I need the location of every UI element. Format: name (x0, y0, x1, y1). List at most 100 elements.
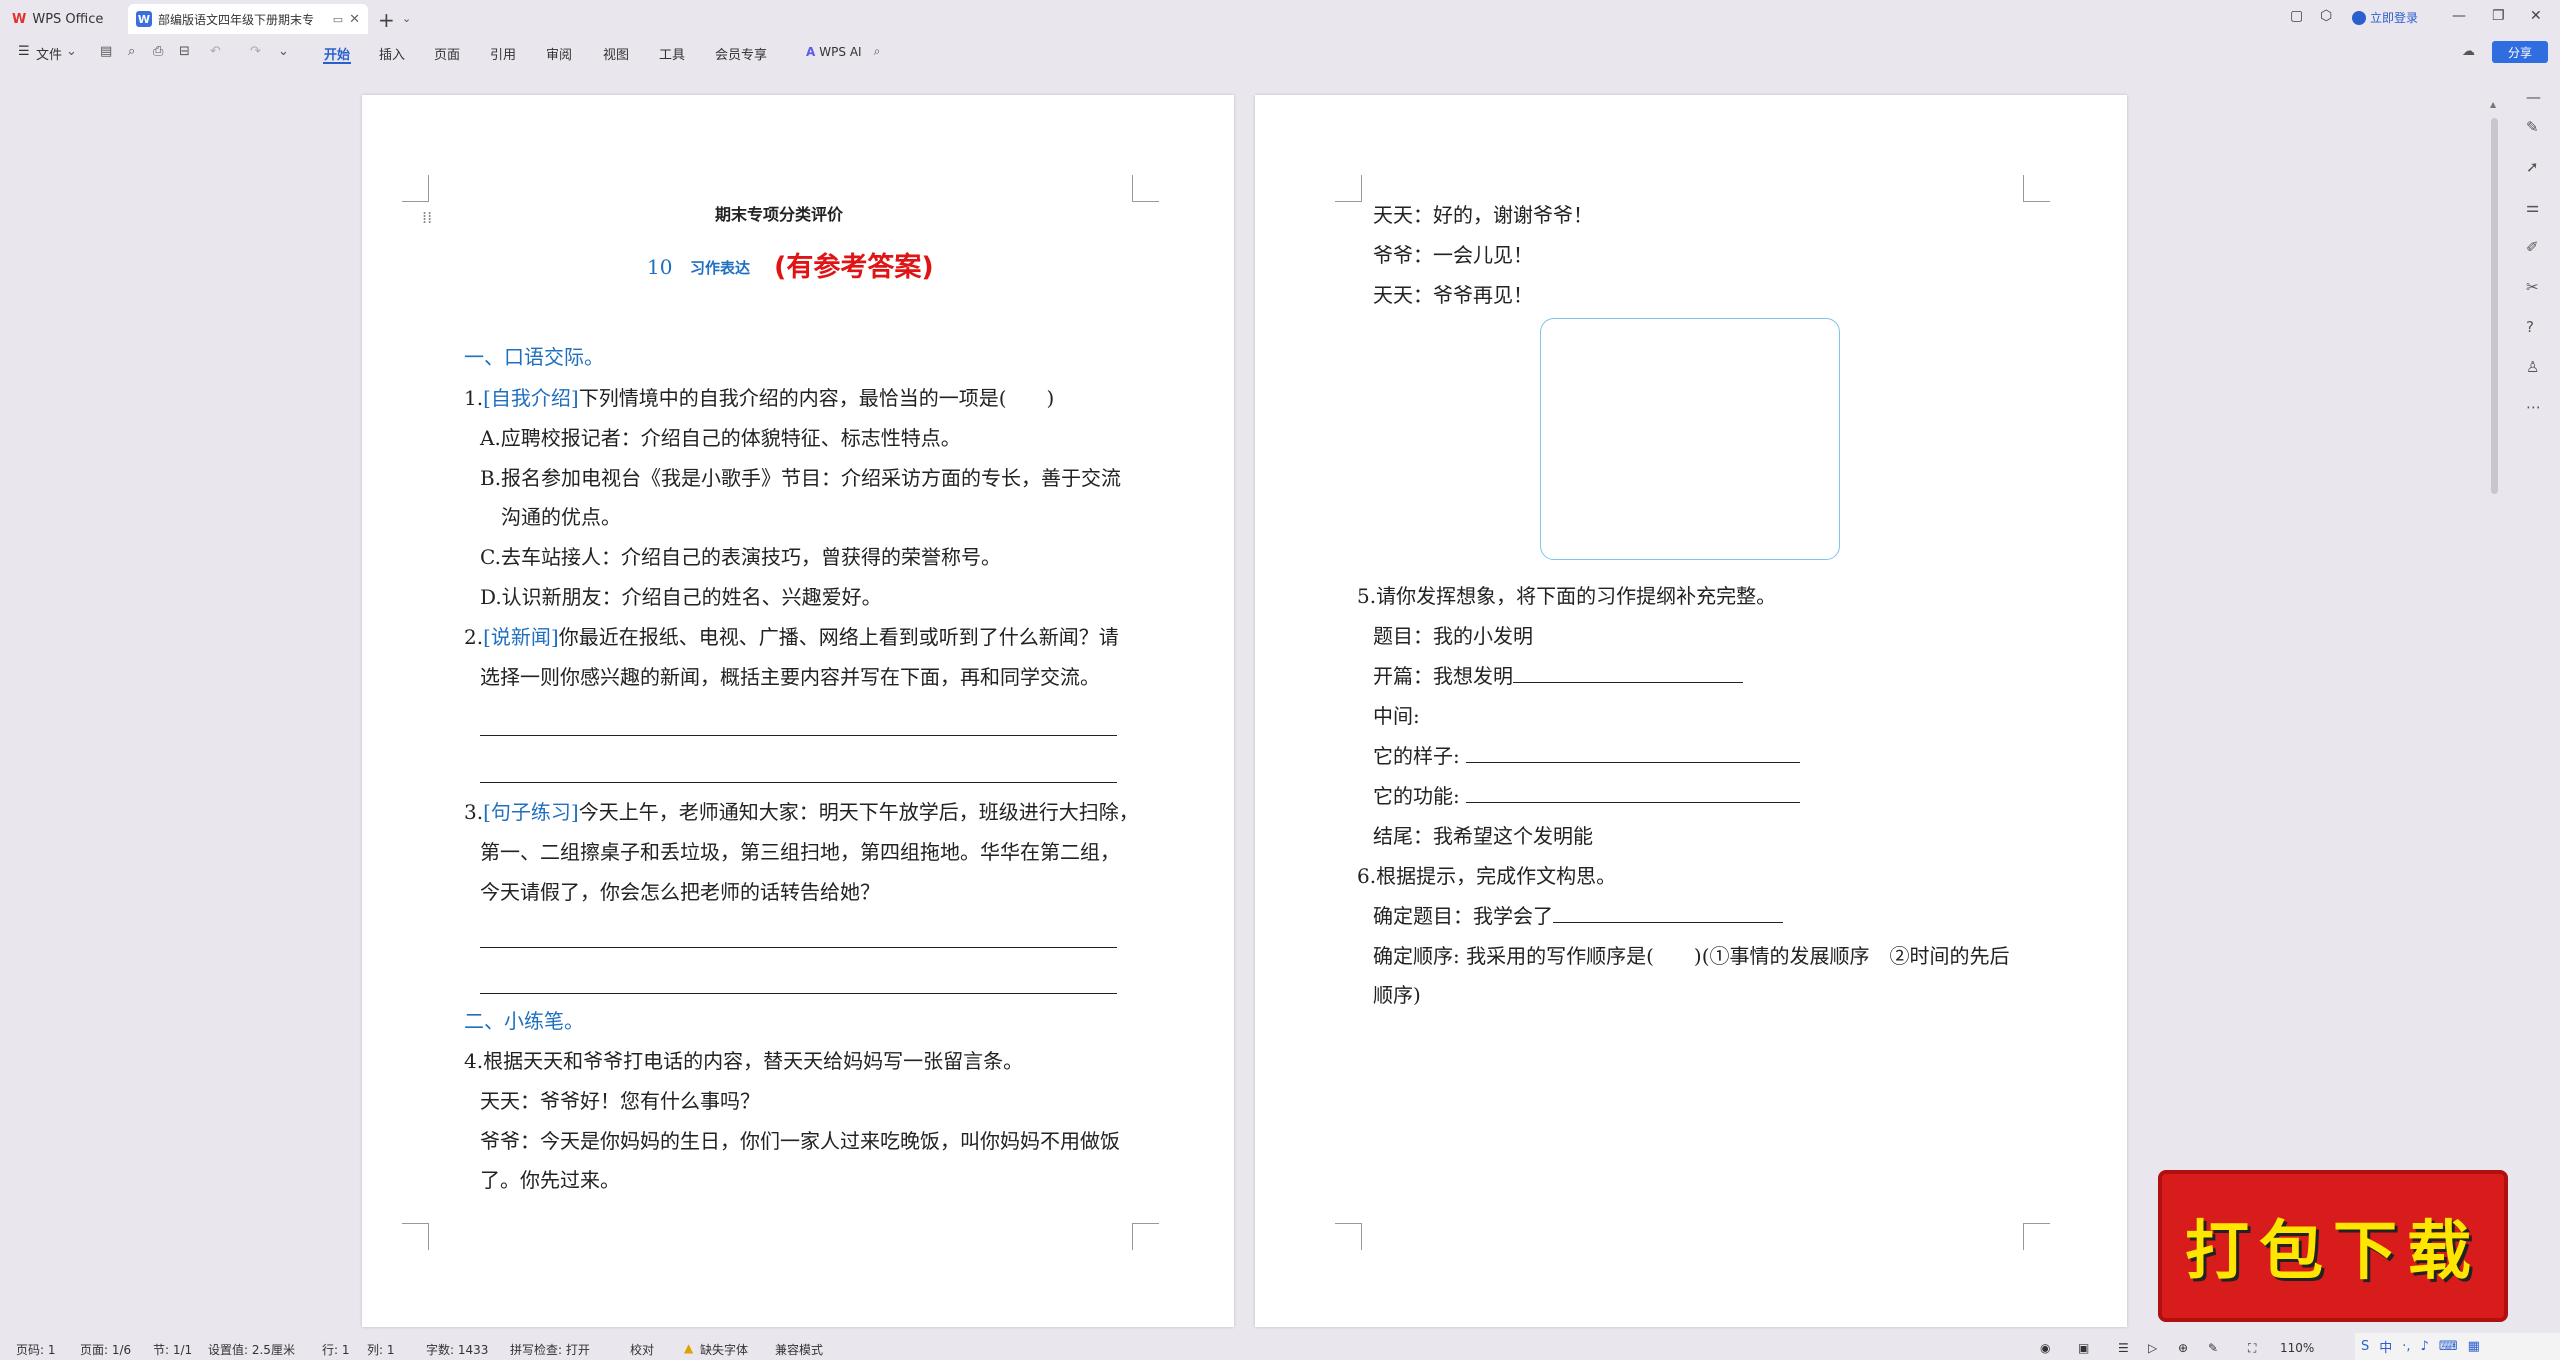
new-tab-plus-icon[interactable]: + (378, 8, 395, 32)
section-heading-2: 二、小练笔。 (464, 1009, 584, 1033)
pen-icon[interactable]: ✎ (2526, 118, 2539, 136)
warning-icon: ▲ (684, 1341, 694, 1355)
status-col[interactable]: 列: 1 (367, 1341, 395, 1358)
scroll-up-icon[interactable]: ▲ (2490, 100, 2496, 109)
menu-bar: ☰ 文件 ⌄ ▤ ⌕ ⎙ ⊟ ↶ ↷ ⌄ 开始 插入 页面 引用 审阅 视图 工… (0, 38, 2560, 68)
q1-number: 1. (464, 386, 484, 410)
tab-reference[interactable]: 引用 (490, 44, 516, 63)
wps-logo-icon: W (12, 11, 27, 27)
status-spell-check[interactable]: 拼写检查: 打开 (510, 1341, 590, 1358)
q3-tag: [句子练习] (483, 800, 579, 824)
drag-handle-icon[interactable]: ⁞⁞ (422, 208, 432, 227)
status-proof[interactable]: 校对 (630, 1341, 654, 1358)
q1-line: 1.[自我介绍]下列情境中的自我介绍的内容，最恰当的一项是( ) (464, 382, 1054, 411)
tab-home[interactable]: 开始 (324, 44, 350, 63)
document-page-1[interactable]: ⁞⁞ 期末专项分类评价 10 习作表达 (有参考答案) 一、口语交际。 1.[自… (362, 95, 1234, 1327)
status-page[interactable]: 页面: 1/6 (80, 1341, 131, 1358)
q5-opening-label: 开篇：我想发明 (1373, 664, 1513, 688)
print-icon[interactable]: ⎙ (153, 44, 163, 59)
login-button[interactable]: 立即登录 (2352, 9, 2418, 26)
search-icon[interactable]: ⌕ (874, 44, 881, 59)
ime-mode-icon[interactable]: 中 (2379, 1337, 2392, 1356)
q5-middle: 中间: (1373, 704, 1420, 728)
close-window-icon[interactable]: ✕ (2530, 8, 2542, 24)
tab-member[interactable]: 会员专享 (715, 44, 767, 63)
margin-corner (1335, 1223, 1362, 1250)
quick-access-dropdown-icon[interactable]: ⌄ (278, 44, 289, 59)
q5-look-label: 它的样子: (1373, 744, 1460, 768)
outline-view-icon[interactable]: ☰ (2118, 1341, 2129, 1355)
word-doc-icon: W (136, 11, 152, 27)
new-tab-dropdown-icon[interactable]: ⌄ (402, 12, 411, 25)
edit-box-icon[interactable]: ✐ (2526, 238, 2539, 256)
q3-text-cont: 第一、二组擦桌子和丢垃圾，第三组扫地，第四组拖地。华华在第二组， (480, 840, 1120, 864)
status-setting[interactable]: 设置值: 2.5厘米 (208, 1341, 295, 1358)
minimize-icon[interactable]: — (2452, 8, 2466, 24)
window-layout-icon[interactable]: ▢ (2290, 8, 2303, 24)
q1-text: 下列情境中的自我介绍的内容，最恰当的一项是( ) (578, 386, 1055, 410)
fit-page-icon[interactable]: ⛶ (2248, 1341, 2256, 1356)
restore-icon[interactable]: ❐ (2492, 8, 2505, 24)
file-menu[interactable]: 文件 (36, 44, 62, 63)
save-icon[interactable]: ▤ (100, 44, 112, 59)
monitor-icon[interactable]: ▭ (333, 13, 343, 26)
collapse-icon[interactable]: — (2526, 88, 2541, 106)
tools-icon[interactable]: ✂ (2526, 278, 2539, 296)
q5-look: 它的样子: (1373, 740, 1800, 769)
cloud-icon[interactable]: ☁ (2462, 44, 2475, 59)
tab-insert[interactable]: 插入 (379, 44, 405, 63)
ime-logo-icon[interactable]: S (2361, 1339, 2369, 1354)
redo-icon[interactable]: ↷ (250, 44, 261, 59)
q1-option-c: C.去车站接人：介绍自己的表演技巧，曾获得的荣誉称号。 (480, 545, 1001, 569)
q1-tag: [自我介绍] (483, 386, 579, 410)
share-label: 分享 (2507, 45, 2532, 60)
print-preview-icon[interactable]: ⊟ (179, 44, 190, 59)
status-page-code[interactable]: 页码: 1 (16, 1341, 56, 1358)
blank-line (1465, 784, 1800, 803)
chevron-down-icon[interactable]: ⌄ (66, 44, 77, 59)
tab-review[interactable]: 审阅 (546, 44, 572, 63)
wps-ai-button[interactable]: A WPS AI ⌕ (806, 44, 880, 59)
document-tab[interactable]: W 部编版语文四年级下册期末专 ▭ ✕ (128, 4, 368, 34)
status-section[interactable]: 节: 1/1 (153, 1341, 192, 1358)
wps-home-tab[interactable]: W WPS Office (12, 4, 122, 34)
undo-icon[interactable]: ↶ (210, 44, 221, 59)
apps-icon[interactable]: ▦ (2468, 1339, 2480, 1354)
answer-line (480, 782, 1117, 783)
tab-page[interactable]: 页面 (434, 44, 460, 63)
q5-ending: 结尾：我希望这个发明能 (1373, 824, 1593, 848)
shirt-icon[interactable]: ♙ (2526, 358, 2539, 376)
play-icon[interactable]: ▷ (2148, 1341, 2157, 1355)
message-note-box[interactable] (1540, 318, 1840, 560)
status-missing-font[interactable]: 缺失字体 (700, 1341, 748, 1358)
keyboard-icon[interactable]: ⌨ (2439, 1339, 2458, 1354)
page-view-icon[interactable]: ▣ (2078, 1341, 2089, 1355)
wps-ai-label: WPS AI (819, 44, 862, 59)
zoom-level[interactable]: 110% (2280, 1341, 2314, 1355)
share-button[interactable]: 分享 (2492, 41, 2548, 63)
status-word-count[interactable]: 字数: 1433 (426, 1341, 488, 1358)
web-view-icon[interactable]: ⊕ (2178, 1341, 2188, 1355)
q3-text-cont2: 今天请假了，你会怎么把老师的话转告给她？ (480, 880, 880, 904)
cube-icon[interactable]: ⬡ (2320, 8, 2332, 24)
document-page-2[interactable]: 天天：好的，谢谢爷爷！ 爷爷：一会儿见！ 天天：爷爷再见！ 5.请你发挥想象，将… (1255, 95, 2127, 1327)
status-row[interactable]: 行: 1 (322, 1341, 350, 1358)
eye-icon[interactable]: ◉ (2040, 1341, 2050, 1355)
more-icon[interactable]: ⋯ (2526, 398, 2541, 416)
tab-tools[interactable]: 工具 (659, 44, 685, 63)
close-tab-icon[interactable]: ✕ (349, 12, 360, 27)
hamburger-icon[interactable]: ☰ (18, 44, 30, 59)
microphone-icon[interactable]: ♪ (2421, 1339, 2429, 1354)
margin-corner (402, 175, 429, 202)
cursor-icon[interactable]: ➚ (2526, 158, 2539, 176)
find-icon[interactable]: ⌕ (128, 44, 135, 59)
pen-mode-icon[interactable]: ✎ (2208, 1341, 2218, 1355)
tab-view[interactable]: 视图 (603, 44, 629, 63)
punctuation-icon[interactable]: ·, (2402, 1339, 2410, 1354)
dialog-line-cont: 了。你先过来。 (480, 1168, 620, 1192)
scrollbar-thumb[interactable] (2491, 118, 2498, 494)
adjust-icon[interactable]: ⚌ (2526, 198, 2539, 216)
download-badge[interactable]: 打包下载 (2158, 1170, 2508, 1322)
help-icon[interactable]: ? (2526, 318, 2534, 336)
title-bar: W WPS Office W 部编版语文四年级下册期末专 ▭ ✕ + ⌄ ▢ ⬡… (0, 0, 2560, 38)
